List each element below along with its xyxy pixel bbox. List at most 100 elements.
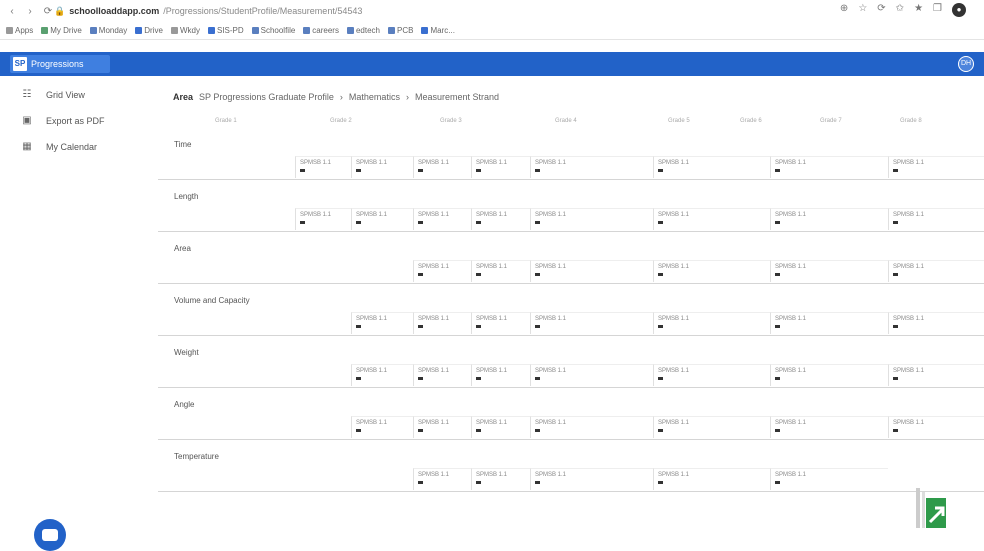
outcome-cell[interactable]: SPMSB 1.1	[471, 156, 530, 178]
outcome-cell[interactable]: SPMSB 1.1	[351, 416, 413, 438]
status-marker	[476, 169, 481, 172]
outcome-cell[interactable]: SPMSB 1.1	[653, 416, 770, 438]
address-bar[interactable]: 🔒 schoolloaddapp.com /Progressions/Stude…	[54, 3, 566, 19]
outcome-code: SPMSB 1.1	[476, 160, 508, 166]
outcome-code: SPMSB 1.1	[418, 472, 450, 478]
outcome-cell[interactable]: SPMSB 1.1	[770, 312, 888, 334]
outcome-cell[interactable]: SPMSB 1.1	[351, 312, 413, 334]
outcome-cell[interactable]: SPMSB 1.1	[530, 156, 653, 178]
outcome-cell[interactable]: SPMSB 1.1	[471, 468, 530, 490]
outcome-cell[interactable]: SPMSB 1.1	[413, 312, 471, 334]
bookmark-item[interactable]: careers	[303, 26, 339, 35]
chat-launcher-button[interactable]	[34, 519, 66, 551]
user-menu-button[interactable]: DH	[958, 56, 974, 72]
outcome-cell[interactable]: SPMSB 1.1	[888, 364, 984, 386]
outcome-code: SPMSB 1.1	[535, 368, 567, 374]
outcome-cell[interactable]: SPMSB 1.1	[471, 364, 530, 386]
outcome-cell[interactable]: SPMSB 1.1	[888, 156, 984, 178]
bookmark-item[interactable]: edtech	[346, 26, 380, 35]
sidebar-item-export-pdf[interactable]: ▣ Export as PDF	[22, 112, 150, 130]
brand-home-link[interactable]: SP Progressions	[10, 55, 110, 73]
outcome-cell[interactable]: SPMSB 1.1	[770, 208, 888, 230]
outcome-cell[interactable]: SPMSB 1.1	[888, 208, 984, 230]
outcome-cell[interactable]: SPMSB 1.1	[351, 208, 413, 230]
outcome-cell[interactable]: SPMSB 1.1	[653, 312, 770, 334]
zoom-icon[interactable]: ⊕	[840, 3, 848, 17]
bookmark-item[interactable]: Monday	[89, 26, 127, 35]
outcome-cell[interactable]: SPMSB 1.1	[530, 364, 653, 386]
outcome-cell[interactable]: SPMSB 1.1	[653, 260, 770, 282]
breadcrumb-link[interactable]: Mathematics	[349, 92, 400, 102]
bookmark-star-icon[interactable]: ☆	[858, 3, 867, 17]
outcome-cell[interactable]: SPMSB 1.1	[770, 364, 888, 386]
outcome-cell[interactable]: SPMSB 1.1	[530, 468, 653, 490]
favorite-icon[interactable]: ★	[914, 3, 923, 17]
bookmark-item[interactable]: Marc...	[421, 26, 455, 35]
extension-icon[interactable]: ⟳	[877, 3, 885, 17]
outcome-cell[interactable]: SPMSB 1.1	[413, 156, 471, 178]
outcome-cell[interactable]: SPMSB 1.1	[530, 416, 653, 438]
status-marker	[775, 273, 780, 276]
status-marker	[658, 481, 663, 484]
outcome-cell[interactable]: SPMSB 1.1	[295, 156, 351, 178]
window-icon[interactable]: ❐	[933, 3, 942, 17]
outcome-cell[interactable]: SPMSB 1.1	[530, 208, 653, 230]
outcome-cell[interactable]: SPMSB 1.1	[471, 260, 530, 282]
bookmark-item[interactable]: Apps	[6, 26, 33, 35]
bookmark-item[interactable]: Wkdy	[170, 26, 200, 35]
outcome-cell[interactable]: SPMSB 1.1	[351, 156, 413, 178]
outcome-cell[interactable]: SPMSB 1.1	[471, 416, 530, 438]
outcome-cell[interactable]: SPMSB 1.1	[295, 208, 351, 230]
outcome-cell[interactable]: SPMSB 1.1	[413, 208, 471, 230]
outcome-code: SPMSB 1.1	[476, 264, 508, 270]
reload-icon[interactable]: ⟳	[42, 6, 54, 17]
outcome-cell[interactable]: SPMSB 1.1	[413, 260, 471, 282]
row-label: Area	[174, 244, 191, 253]
breadcrumb-link[interactable]: SP Progressions Graduate Profile	[199, 92, 334, 102]
bookmark-item[interactable]: Schoolfile	[251, 26, 295, 35]
outcome-code: SPMSB 1.1	[476, 212, 508, 218]
folder-icon	[303, 27, 311, 34]
outcome-code: SPMSB 1.1	[300, 212, 332, 218]
outcome-cell[interactable]: SPMSB 1.1	[413, 364, 471, 386]
bookmark-item[interactable]: SIS-PD	[207, 26, 244, 35]
bookmark-item[interactable]: Drive	[135, 26, 163, 35]
status-marker	[658, 429, 663, 432]
outcome-cell[interactable]: SPMSB 1.1	[888, 260, 984, 282]
embedded-logo-icon	[916, 488, 946, 528]
outcome-cell[interactable]: SPMSB 1.1	[471, 208, 530, 230]
outcome-cell[interactable]: SPMSB 1.1	[351, 364, 413, 386]
column-header: Grade 8	[900, 118, 922, 124]
outcome-cell[interactable]: SPMSB 1.1	[653, 208, 770, 230]
bookmark-item[interactable]: My Drive	[41, 26, 82, 35]
column-header: Grade 5	[668, 118, 690, 124]
sidebar-item-my-calendar[interactable]: ▦ My Calendar	[22, 138, 150, 156]
outcome-cell[interactable]: SPMSB 1.1	[888, 416, 984, 438]
outcome-cell[interactable]: SPMSB 1.1	[530, 312, 653, 334]
outcome-cell[interactable]: SPMSB 1.1	[413, 468, 471, 490]
outcome-cell[interactable]: SPMSB 1.1	[653, 364, 770, 386]
outcome-cell[interactable]: SPMSB 1.1	[888, 312, 984, 334]
forward-icon[interactable]: ›	[24, 6, 36, 17]
outcome-cell[interactable]: SPMSB 1.1	[770, 468, 888, 490]
outcome-code: SPMSB 1.1	[418, 160, 450, 166]
outcome-cell[interactable]: SPMSB 1.1	[770, 260, 888, 282]
outcome-cell[interactable]: SPMSB 1.1	[770, 156, 888, 178]
outcome-cell[interactable]: SPMSB 1.1	[653, 468, 770, 490]
profile-avatar[interactable]: ●	[952, 3, 966, 17]
outcome-cell[interactable]: SPMSB 1.1	[770, 416, 888, 438]
url-host: schoolloaddapp.com	[69, 6, 160, 16]
outcome-code: SPMSB 1.1	[893, 368, 925, 374]
extension-icon-2[interactable]: ✩	[896, 3, 904, 17]
outcome-cell[interactable]: SPMSB 1.1	[653, 156, 770, 178]
status-marker	[535, 481, 540, 484]
outcome-cell[interactable]: SPMSB 1.1	[530, 260, 653, 282]
status-marker	[418, 325, 423, 328]
bookmark-item[interactable]: PCB	[388, 26, 413, 35]
back-icon[interactable]: ‹	[6, 6, 18, 17]
bookmarks-bar: Apps My Drive Monday Drive Wkdy SIS-PD S…	[0, 22, 984, 40]
status-marker	[535, 273, 540, 276]
sidebar-item-grid-view[interactable]: ☷ Grid View	[22, 86, 150, 104]
outcome-cell[interactable]: SPMSB 1.1	[471, 312, 530, 334]
outcome-cell[interactable]: SPMSB 1.1	[413, 416, 471, 438]
